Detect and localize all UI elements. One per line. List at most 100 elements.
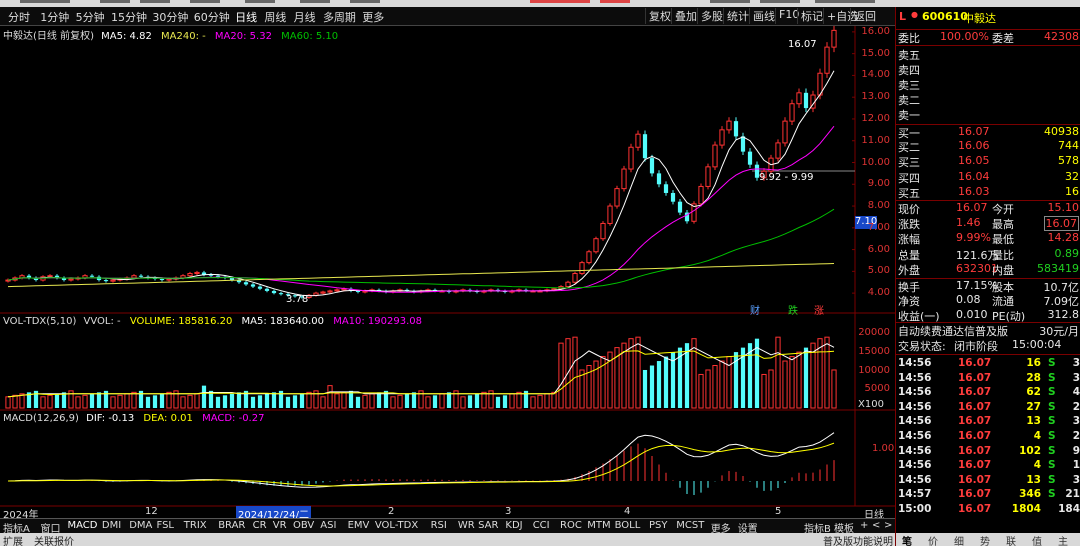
indicator-tab-4[interactable]: DMA xyxy=(129,520,152,531)
indicator-tab-10[interactable]: OBV xyxy=(293,520,314,531)
chart-area[interactable]: 中毅达(日线 前复权) MA5: 4.82 MA240: - MA20: 5.3… xyxy=(0,26,895,521)
volume-bar xyxy=(187,394,193,409)
indicator-tab-3[interactable]: DMI xyxy=(102,520,121,531)
chart-svg[interactable] xyxy=(0,26,895,518)
indicator-tab-8[interactable]: CR xyxy=(253,520,267,531)
volume-bar xyxy=(355,396,361,408)
indicator-tab-7[interactable]: BRAR xyxy=(218,520,245,531)
indicator-tab-23[interactable]: MCST xyxy=(676,520,704,531)
buy-level-row[interactable]: 买五 16.03 16 xyxy=(896,185,1080,200)
help-link[interactable]: 普及版功能说明 xyxy=(823,533,893,546)
period-tab-2[interactable]: 5分钟 xyxy=(76,9,105,25)
menu-strip-segment xyxy=(20,0,70,3)
volume-bar xyxy=(12,394,18,409)
buy-level-row[interactable]: 买三 16.05 578 xyxy=(896,154,1080,169)
stat2-value: 7.09亿 xyxy=(1043,295,1080,308)
period-tab-9[interactable]: 多周期 xyxy=(323,9,356,25)
indicator-tab-22[interactable]: PSY xyxy=(649,520,668,531)
sell-level-label: 卖一 xyxy=(898,109,920,122)
quote-stat-row: 外盘 632301 内盘 583419 xyxy=(896,262,1080,277)
volume-bar xyxy=(117,394,123,409)
tick-time: 14:56 xyxy=(898,444,932,457)
panel-tab-4[interactable]: 联 xyxy=(1006,533,1016,546)
volume-ytick: 15000 xyxy=(858,346,890,358)
tick-count: 2 xyxy=(1072,430,1080,442)
indicator-tab-11[interactable]: ASI xyxy=(320,520,336,531)
candle-body xyxy=(159,278,165,281)
toolbar-button-1[interactable]: 叠加 xyxy=(671,8,700,24)
indicator-tab-right-2[interactable]: + xyxy=(860,520,868,531)
weibi-label: 委比 xyxy=(898,32,920,45)
menu-strip-segment xyxy=(710,0,750,3)
event-marker-2[interactable]: 涨 xyxy=(814,302,824,317)
volume-bar xyxy=(558,342,564,409)
volume-bar xyxy=(544,393,550,409)
toolbar-button-6[interactable]: 标记 xyxy=(797,8,826,24)
toolbar-button-8[interactable]: 返回 xyxy=(850,8,879,24)
period-tab-5[interactable]: 60分钟 xyxy=(194,9,230,25)
indicator-tab-14[interactable]: RSI xyxy=(431,520,447,531)
indicator-tab-5[interactable]: FSL xyxy=(157,520,175,531)
volume-bar xyxy=(285,396,291,408)
candle-body xyxy=(649,158,655,174)
expand-button[interactable]: 扩展 xyxy=(3,533,23,546)
promo-price[interactable]: 30元/月 xyxy=(1039,323,1079,339)
volume-ytick: 10000 xyxy=(858,364,890,376)
indicator-tab-15[interactable]: WR xyxy=(458,520,475,531)
indicator-tab-2[interactable]: MACD xyxy=(68,520,98,531)
toolbar-button-2[interactable]: 多股 xyxy=(697,8,726,24)
event-marker-1[interactable]: 跌 xyxy=(788,302,798,317)
indicator-tab-19[interactable]: ROC xyxy=(560,520,582,531)
period-tab-3[interactable]: 15分钟 xyxy=(111,9,147,25)
buy-level-row[interactable]: 买一 16.07 40938 xyxy=(896,124,1080,140)
menu-strip-segment xyxy=(300,0,330,3)
period-tab-10[interactable]: 更多 xyxy=(362,9,384,25)
period-tab-7[interactable]: 周线 xyxy=(264,9,286,25)
toolbar-button-3[interactable]: 统计 xyxy=(723,8,752,24)
event-marker-0[interactable]: 财 xyxy=(750,302,760,317)
volume-bar xyxy=(432,395,438,408)
ma240-legend: MA240: - xyxy=(161,31,206,42)
panel-tab-3[interactable]: 势 xyxy=(980,533,990,546)
panel-tab-5[interactable]: 值 xyxy=(1032,533,1042,546)
toolbar-button-4[interactable]: 画线 xyxy=(749,8,778,24)
volume-bar xyxy=(663,356,669,408)
indicator-tab-17[interactable]: KDJ xyxy=(505,520,522,531)
tick-side: S xyxy=(1048,386,1056,399)
period-tab-0[interactable]: 分时 xyxy=(8,9,30,25)
indicator-tab-21[interactable]: BOLL xyxy=(615,520,641,531)
stat2-value: 0.08 xyxy=(956,293,981,306)
period-tab-4[interactable]: 30分钟 xyxy=(152,9,188,25)
period-tab-6[interactable]: 日线 xyxy=(235,9,257,25)
volume-bar xyxy=(362,394,368,409)
indicator-tab-20[interactable]: MTM xyxy=(587,520,610,531)
candle-body xyxy=(803,92,809,109)
indicator-tab-16[interactable]: SAR xyxy=(478,520,498,531)
indicator-tab-6[interactable]: TRIX xyxy=(184,520,207,531)
indicator-tab-18[interactable]: CCI xyxy=(533,520,550,531)
quote-stat-row: 涨幅 9.99% 最低 14.28 xyxy=(896,231,1080,246)
period-tab-1[interactable]: 1分钟 xyxy=(40,9,69,25)
buy-level-row[interactable]: 买二 16.06 744 xyxy=(896,139,1080,154)
panel-tab-2[interactable]: 细 xyxy=(954,533,964,546)
volume-bar xyxy=(271,392,277,408)
buy-level-row[interactable]: 买四 16.04 32 xyxy=(896,170,1080,185)
related-quote-button[interactable]: 关联报价 xyxy=(34,533,74,546)
indicator-tab-9[interactable]: VR xyxy=(273,520,287,531)
indicator-tab-13[interactable]: VOL-TDX xyxy=(375,520,418,531)
toolbar-button-0[interactable]: 复权 xyxy=(645,8,674,24)
volume-bar xyxy=(82,394,88,409)
indicator-tab-12[interactable]: EMV xyxy=(348,520,370,531)
panel-tab-0[interactable]: 笔 xyxy=(902,533,912,546)
candle-body xyxy=(705,166,711,187)
panel-tab-6[interactable]: 主 xyxy=(1058,533,1068,546)
volume-ytick: 20000 xyxy=(858,327,890,339)
panel-tab-1[interactable]: 价 xyxy=(928,533,938,546)
indicator-tab-right-4[interactable]: > xyxy=(884,520,892,531)
promo-text[interactable]: 自动续费通达信普及版 xyxy=(898,323,1008,339)
volume-bar xyxy=(390,396,396,409)
tick-volume: 346 xyxy=(1019,488,1041,501)
candle-body xyxy=(824,46,830,74)
indicator-tab-right-3[interactable]: < xyxy=(872,520,880,531)
period-tab-8[interactable]: 月线 xyxy=(294,9,316,25)
